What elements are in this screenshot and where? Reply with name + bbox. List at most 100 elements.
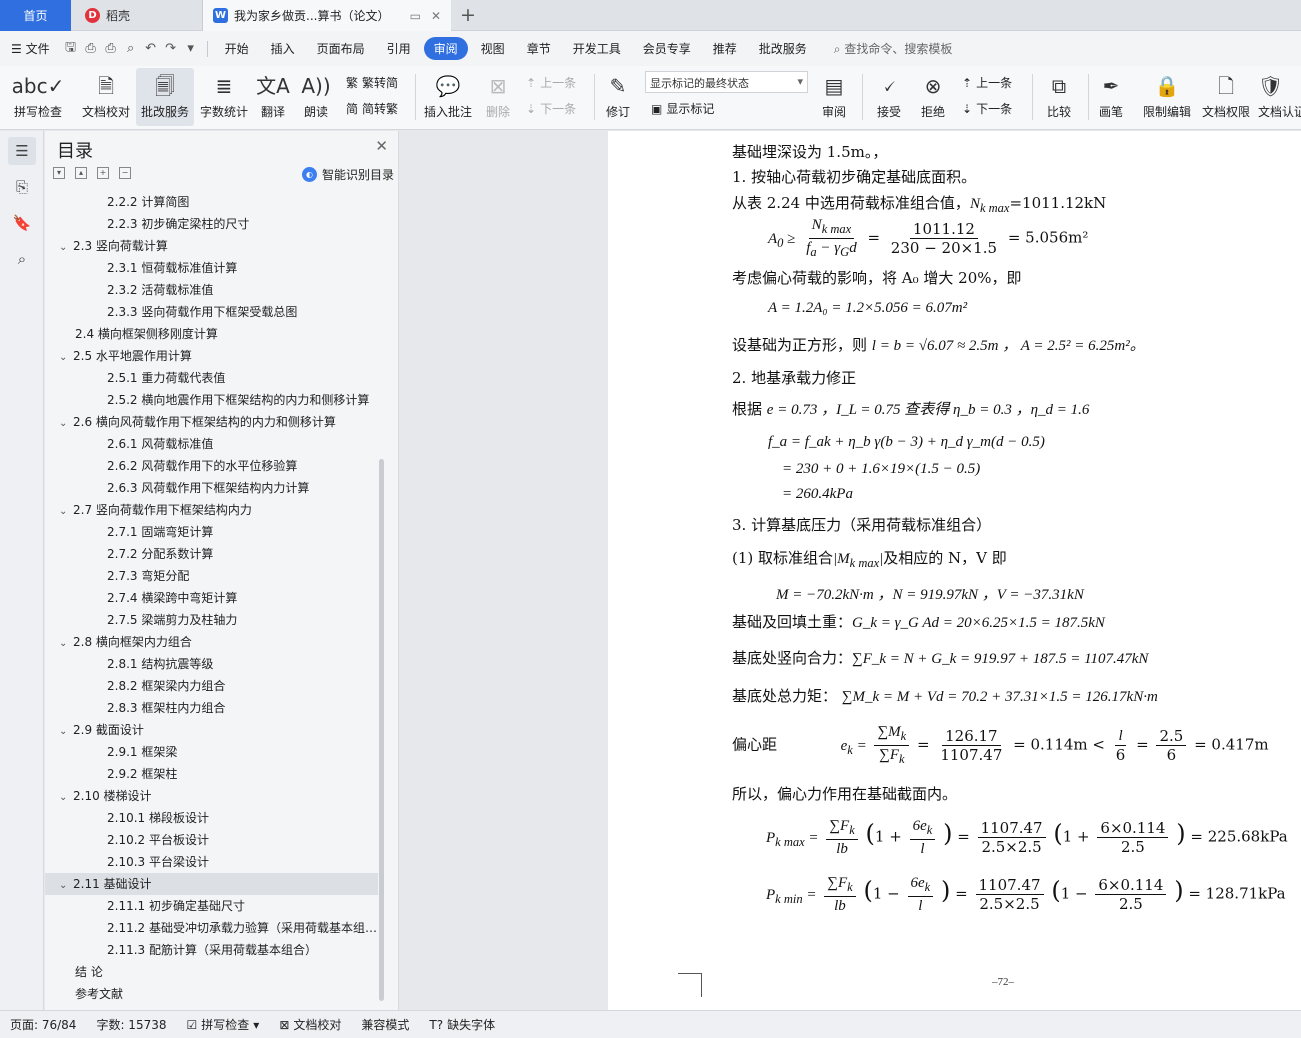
- menu-review[interactable]: 审阅: [423, 37, 468, 60]
- insert-comment-button[interactable]: 💬 插入批注: [422, 68, 474, 126]
- toc-item[interactable]: 2.5.2 横向地震作用下框架结构的内力和侧移计算: [45, 389, 378, 411]
- prev-change-button[interactable]: ⇡ 上一条: [962, 74, 1012, 91]
- toc-item[interactable]: 2.11.3 配筋计算（采用荷载基本组合）: [45, 939, 378, 961]
- toc-item[interactable]: 2.11.1 初步确定基础尺寸: [45, 895, 378, 917]
- menu-insert[interactable]: 插入: [260, 40, 306, 57]
- chevron-down-icon[interactable]: ⌄: [59, 633, 73, 653]
- chevron-down-icon[interactable]: ⌄: [59, 347, 73, 367]
- simp-to-trad-button[interactable]: 简简转繁: [346, 100, 398, 117]
- correction-service-button[interactable]: 🗐 批改服务: [136, 68, 194, 126]
- doc-certify-button[interactable]: 🛡 文档认证: [1258, 68, 1301, 126]
- toc-item[interactable]: 2.3.1 恒荷载标准值计算: [45, 257, 378, 279]
- menu-recommend[interactable]: 推荐: [702, 40, 748, 57]
- toc-panel-icon[interactable]: ☰: [8, 137, 36, 165]
- chevron-down-icon[interactable]: ⌄: [59, 237, 73, 257]
- status-doc-proof[interactable]: ⊠ 文档校对: [269, 1016, 351, 1033]
- toc-item[interactable]: ⌄ 2.8 横向框架内力组合: [45, 631, 378, 653]
- toc-item[interactable]: 2.8.2 框架梁内力组合: [45, 675, 378, 697]
- print-icon[interactable]: ⎙: [101, 41, 121, 56]
- toc-item[interactable]: 2.7.3 弯矩分配: [45, 565, 378, 587]
- trad-to-simp-button[interactable]: 繁繁转简: [346, 74, 398, 91]
- reject-button[interactable]: ⊗ 拒绝: [914, 68, 952, 126]
- toc-item[interactable]: ⌄ 2.11 基础设计: [45, 873, 378, 895]
- menu-section[interactable]: 章节: [516, 40, 562, 57]
- toc-item[interactable]: 2.2.2 计算简图: [45, 191, 378, 213]
- status-word-count[interactable]: 字数: 15738: [86, 1016, 176, 1033]
- toc-item[interactable]: 2.7.1 固端弯矩计算: [45, 521, 378, 543]
- toc-item[interactable]: 2.8.3 框架柱内力组合: [45, 697, 378, 719]
- toc-item[interactable]: 2.10.3 平台梁设计: [45, 851, 378, 873]
- smart-toc-button[interactable]: ◐ 智能识别目录: [301, 166, 394, 183]
- chevron-down-icon[interactable]: ⌄: [59, 413, 73, 433]
- accept-button[interactable]: 🗸 接受: [870, 68, 908, 126]
- toc-item[interactable]: 2.5.1 重力荷载代表值: [45, 367, 378, 389]
- show-markup-button[interactable]: ▣ 显示标记: [651, 100, 714, 117]
- toc-item[interactable]: ⌄ 2.3 竖向荷载计算: [45, 235, 378, 257]
- spellcheck-button[interactable]: abc✓ 拼写检查: [8, 68, 68, 126]
- prev-comment-button[interactable]: ⇡ 上一条: [526, 74, 576, 91]
- menu-correction[interactable]: 批改服务: [748, 40, 818, 57]
- chevron-down-icon[interactable]: ⌄: [59, 721, 73, 741]
- chevron-down-icon[interactable]: ⌄: [59, 875, 73, 895]
- command-search[interactable]: ⌕ 查找命令、搜索模板: [818, 40, 953, 57]
- review-pane-button[interactable]: ▤ 审阅: [815, 68, 853, 126]
- save-icon[interactable]: 🖫: [61, 38, 81, 60]
- toc-item[interactable]: 2.6.3 风荷载作用下框架结构内力计算: [45, 477, 378, 499]
- close-tab-icon[interactable]: ✕: [431, 9, 441, 23]
- chevron-down-icon[interactable]: ▾: [181, 41, 201, 56]
- toc-item[interactable]: ⌄ 2.10 楼梯设计: [45, 785, 378, 807]
- doc-proof-button[interactable]: 🗎 文档校对: [78, 68, 134, 126]
- tab-home[interactable]: 首页: [0, 0, 71, 31]
- read-aloud-button[interactable]: A)) 朗读: [298, 68, 334, 126]
- pen-button[interactable]: ✒ 画笔: [1093, 68, 1129, 126]
- collapse-all-icon[interactable]: −: [119, 167, 131, 179]
- toc-item[interactable]: 参考文献: [45, 983, 378, 1003]
- redo-icon[interactable]: ↷: [161, 41, 181, 56]
- menu-start[interactable]: 开始: [214, 40, 260, 57]
- next-comment-button[interactable]: ⇣ 下一条: [526, 100, 576, 117]
- toc-item[interactable]: 结 论: [45, 961, 378, 983]
- menu-page-layout[interactable]: 页面布局: [306, 40, 376, 57]
- toc-item[interactable]: 2.7.4 横梁跨中弯矩计算: [45, 587, 378, 609]
- expand-level-icon[interactable]: ▾: [53, 167, 65, 179]
- tab-docer[interactable]: D 稻壳: [71, 0, 203, 31]
- chevron-down-icon[interactable]: ⌄: [59, 787, 73, 807]
- toc-item[interactable]: 2.7.5 梁端剪力及柱轴力: [45, 609, 378, 631]
- window-restore-icon[interactable]: ▭: [410, 9, 421, 23]
- close-icon[interactable]: ✕: [375, 137, 388, 155]
- chapter-nav-icon[interactable]: ⎘: [8, 173, 36, 201]
- toc-item[interactable]: ⌄ 2.6 横向风荷载作用下框架结构的内力和侧移计算: [45, 411, 378, 433]
- markup-state-select[interactable]: 显示标记的最终状态: [645, 71, 808, 93]
- bookmark-icon[interactable]: 🔖: [8, 209, 36, 237]
- tab-current-document[interactable]: W 我为家乡做贡...算书（论文） ▭ ✕: [203, 0, 451, 31]
- toc-item[interactable]: 2.3.3 竖向荷载作用下框架受载总图: [45, 301, 378, 323]
- undo-icon[interactable]: ↶: [141, 41, 161, 56]
- export-pdf-icon[interactable]: ⎙: [81, 41, 101, 56]
- next-change-button[interactable]: ⇣ 下一条: [962, 100, 1012, 117]
- toc-item[interactable]: 2.8.1 结构抗震等级: [45, 653, 378, 675]
- doc-permission-button[interactable]: 🗋 文档权限: [1198, 68, 1254, 126]
- expand-all-icon[interactable]: +: [97, 167, 109, 179]
- status-missing-font[interactable]: T? 缺失字体: [419, 1016, 505, 1033]
- menu-file[interactable]: ☰ 文件: [0, 40, 61, 57]
- toc-item[interactable]: 2.6.2 风荷载作用下的水平位移验算: [45, 455, 378, 477]
- menu-developer[interactable]: 开发工具: [562, 40, 632, 57]
- menu-references[interactable]: 引用: [376, 40, 422, 57]
- compare-button[interactable]: ⧉ 比较: [1038, 68, 1080, 126]
- toc-item[interactable]: 2.3.2 活荷载标准值: [45, 279, 378, 301]
- toc-item[interactable]: 2.11.2 基础受冲切承载力验算（采用荷载基本组合）: [45, 917, 378, 939]
- translate-button[interactable]: 文A 翻译: [255, 68, 291, 126]
- search-icon[interactable]: ⌕: [8, 245, 36, 273]
- toc-item[interactable]: 2.2.3 初步确定梁柱的尺寸: [45, 213, 378, 235]
- new-tab-icon[interactable]: +: [460, 4, 476, 26]
- toc-item[interactable]: 2.4 横向框架侧移刚度计算: [45, 323, 378, 345]
- status-spellcheck[interactable]: ☑ 拼写检查 ▾: [177, 1016, 270, 1033]
- toc-item[interactable]: 2.6.1 风荷载标准值: [45, 433, 378, 455]
- toc-item[interactable]: 2.10.2 平台板设计: [45, 829, 378, 851]
- toc-item[interactable]: 2.9.2 框架柱: [45, 763, 378, 785]
- word-count-button[interactable]: ≣ 字数统计: [197, 68, 251, 126]
- menu-member[interactable]: 会员专享: [632, 40, 702, 57]
- chevron-down-icon[interactable]: ⌄: [59, 501, 73, 521]
- status-compat-mode[interactable]: 兼容模式: [351, 1016, 419, 1033]
- toc-item[interactable]: ⌄ 2.7 竖向荷载作用下框架结构内力: [45, 499, 378, 521]
